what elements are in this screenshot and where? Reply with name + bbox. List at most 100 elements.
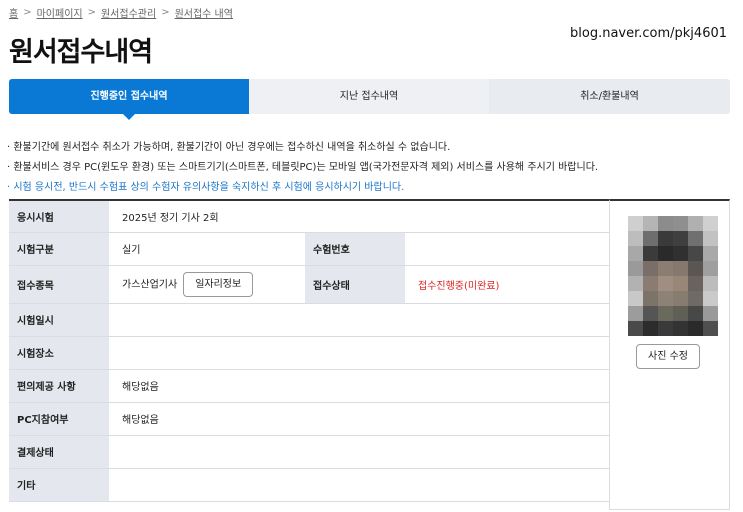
- breadcrumb: 홈 > 마이페이지 > 원서접수관리 > 원서접수 내역: [9, 5, 233, 20]
- photo-mosaic-tile: [703, 216, 718, 231]
- payment-label: 결제상태: [9, 435, 109, 469]
- breadcrumb-separator: >: [161, 7, 170, 18]
- notice-list: · 환불기간에 원서접수 취소가 가능하며, 환불기간이 아닌 경우에는 접수하…: [7, 141, 598, 201]
- convenience-label: 편의제공 사항: [9, 369, 109, 403]
- exam-label: 응시시험: [9, 200, 109, 233]
- photo-mosaic-tile: [703, 276, 718, 291]
- photo-mosaic-tile: [628, 246, 643, 261]
- exam-value: 2025년 정기 기사 2회: [109, 200, 609, 233]
- tab-past-applications[interactable]: 지난 접수내역: [249, 79, 489, 114]
- notice-exam-guidelines: · 시험 응시전, 반드시 수험표 상의 수험자 유의사항을 숙지하신 후 시험…: [7, 182, 405, 193]
- table-row: 시험장소: [9, 336, 609, 370]
- item-cell: 가스산업기사 일자리정보: [109, 265, 305, 304]
- photo-mosaic-tile: [658, 276, 673, 291]
- photo-edit-button[interactable]: 사진 수정: [636, 344, 700, 369]
- photo-mosaic-tile: [688, 261, 703, 276]
- photo-mosaic-tile: [658, 291, 673, 306]
- blog-watermark: blog.naver.com/pkj4601: [570, 23, 727, 45]
- photo-mosaic-tile: [688, 276, 703, 291]
- photo-mosaic-tile: [658, 321, 673, 336]
- photo-mosaic-tile: [643, 276, 658, 291]
- table-row: 편의제공 사항 해당없음: [9, 369, 609, 403]
- page-title: 원서접수내역: [9, 37, 153, 68]
- table-row: 시험일시: [9, 303, 609, 337]
- table-row: 기타: [9, 468, 609, 502]
- etc-label: 기타: [9, 468, 109, 502]
- photo-mosaic-tile: [673, 291, 688, 306]
- photo-mosaic-tile: [688, 231, 703, 246]
- photo-mosaic-tile: [658, 261, 673, 276]
- photo-mosaic-tile: [643, 306, 658, 321]
- status-label: 접수상태: [305, 265, 405, 304]
- category-label: 시험구분: [9, 232, 109, 266]
- table-row: 접수종목 가스산업기사 일자리정보 접수상태 접수진행중(미완료): [9, 265, 609, 304]
- convenience-value: 해당없음: [109, 369, 609, 403]
- table-row: 응시시험 2025년 정기 기사 2회: [9, 200, 609, 233]
- photo-mosaic-tile: [673, 321, 688, 336]
- photo-mosaic-tile: [703, 246, 718, 261]
- item-label: 접수종목: [9, 265, 109, 304]
- photo-mosaic-tile: [688, 216, 703, 231]
- photo-mosaic-tile: [703, 291, 718, 306]
- photo-mosaic-tile: [703, 231, 718, 246]
- photo-mosaic-tile: [658, 216, 673, 231]
- photo-mosaic-tile: [658, 246, 673, 261]
- date-value: [109, 303, 609, 337]
- photo-mosaic-tile: [673, 246, 688, 261]
- photo-mosaic-tile: [643, 261, 658, 276]
- photo-mosaic-tile: [673, 216, 688, 231]
- tab-ongoing-applications[interactable]: 진행중인 접수내역: [9, 79, 249, 120]
- payment-value: [109, 435, 609, 469]
- photo-mosaic-tile: [703, 261, 718, 276]
- photo-mosaic-tile: [703, 306, 718, 321]
- place-value: [109, 336, 609, 370]
- breadcrumb-separator: >: [87, 7, 96, 18]
- photo-mosaic-tile: [628, 291, 643, 306]
- photo-panel: 사진 수정: [609, 199, 730, 510]
- item-value: 가스산업기사: [122, 279, 178, 290]
- photo-mosaic-tile: [628, 306, 643, 321]
- table-row: 시험구분 실기 수험번호: [9, 232, 609, 266]
- photo-mosaic-tile: [658, 231, 673, 246]
- photo-mosaic-tile: [628, 216, 643, 231]
- photo-mosaic-tile: [673, 276, 688, 291]
- job-info-button[interactable]: 일자리정보: [183, 271, 254, 297]
- photo-mosaic-tile: [688, 246, 703, 261]
- photo-mosaic-tile: [643, 321, 658, 336]
- photo-mosaic-tile: [628, 321, 643, 336]
- date-label: 시험일시: [9, 303, 109, 337]
- breadcrumb-home[interactable]: 홈: [9, 5, 18, 20]
- photo-mosaic-tile: [628, 231, 643, 246]
- photo-mosaic-tile: [658, 306, 673, 321]
- breadcrumb-application-management[interactable]: 원서접수관리: [101, 5, 156, 20]
- table-row: 결제상태: [9, 435, 609, 469]
- photo-mosaic-tile: [673, 306, 688, 321]
- photo-mosaic-tile: [688, 306, 703, 321]
- pc-value: 해당없음: [109, 402, 609, 436]
- photo-mosaic-tile: [703, 321, 718, 336]
- breadcrumb-separator: >: [23, 7, 32, 18]
- status-value: 접수진행중(미완료): [405, 265, 609, 304]
- category-value: 실기: [109, 232, 305, 266]
- tab-cancel-refund[interactable]: 취소/환불내역: [489, 79, 730, 114]
- notice-refund-period: · 환불기간에 원서접수 취소가 가능하며, 환불기간이 아닌 경우에는 접수하…: [7, 142, 451, 153]
- etc-value: [109, 468, 609, 502]
- photo-mosaic-tile: [643, 246, 658, 261]
- application-detail-table: 응시시험 2025년 정기 기사 2회 시험구분 실기 수험번호 접수종목 가스…: [9, 199, 609, 502]
- tab-bar: 진행중인 접수내역 지난 접수내역 취소/환불내역: [9, 79, 730, 120]
- photo-mosaic-tile: [673, 231, 688, 246]
- photo-mosaic-tile: [688, 291, 703, 306]
- photo-mosaic-tile: [628, 261, 643, 276]
- photo-mosaic-tile: [643, 216, 658, 231]
- table-row: PC지참여부 해당없음: [9, 402, 609, 436]
- pc-label: PC지참여부: [9, 402, 109, 436]
- applicant-photo: [628, 216, 718, 336]
- photo-mosaic-tile: [643, 231, 658, 246]
- breadcrumb-application-history[interactable]: 원서접수 내역: [175, 5, 233, 20]
- notice-refund-service: · 환불서비스 경우 PC(윈도우 환경) 또는 스마트기기(스마트폰, 테블릿…: [7, 162, 599, 173]
- photo-mosaic-tile: [673, 261, 688, 276]
- exam-number-value: [405, 232, 609, 266]
- breadcrumb-mypage[interactable]: 마이페이지: [37, 5, 83, 20]
- photo-mosaic-tile: [628, 276, 643, 291]
- place-label: 시험장소: [9, 336, 109, 370]
